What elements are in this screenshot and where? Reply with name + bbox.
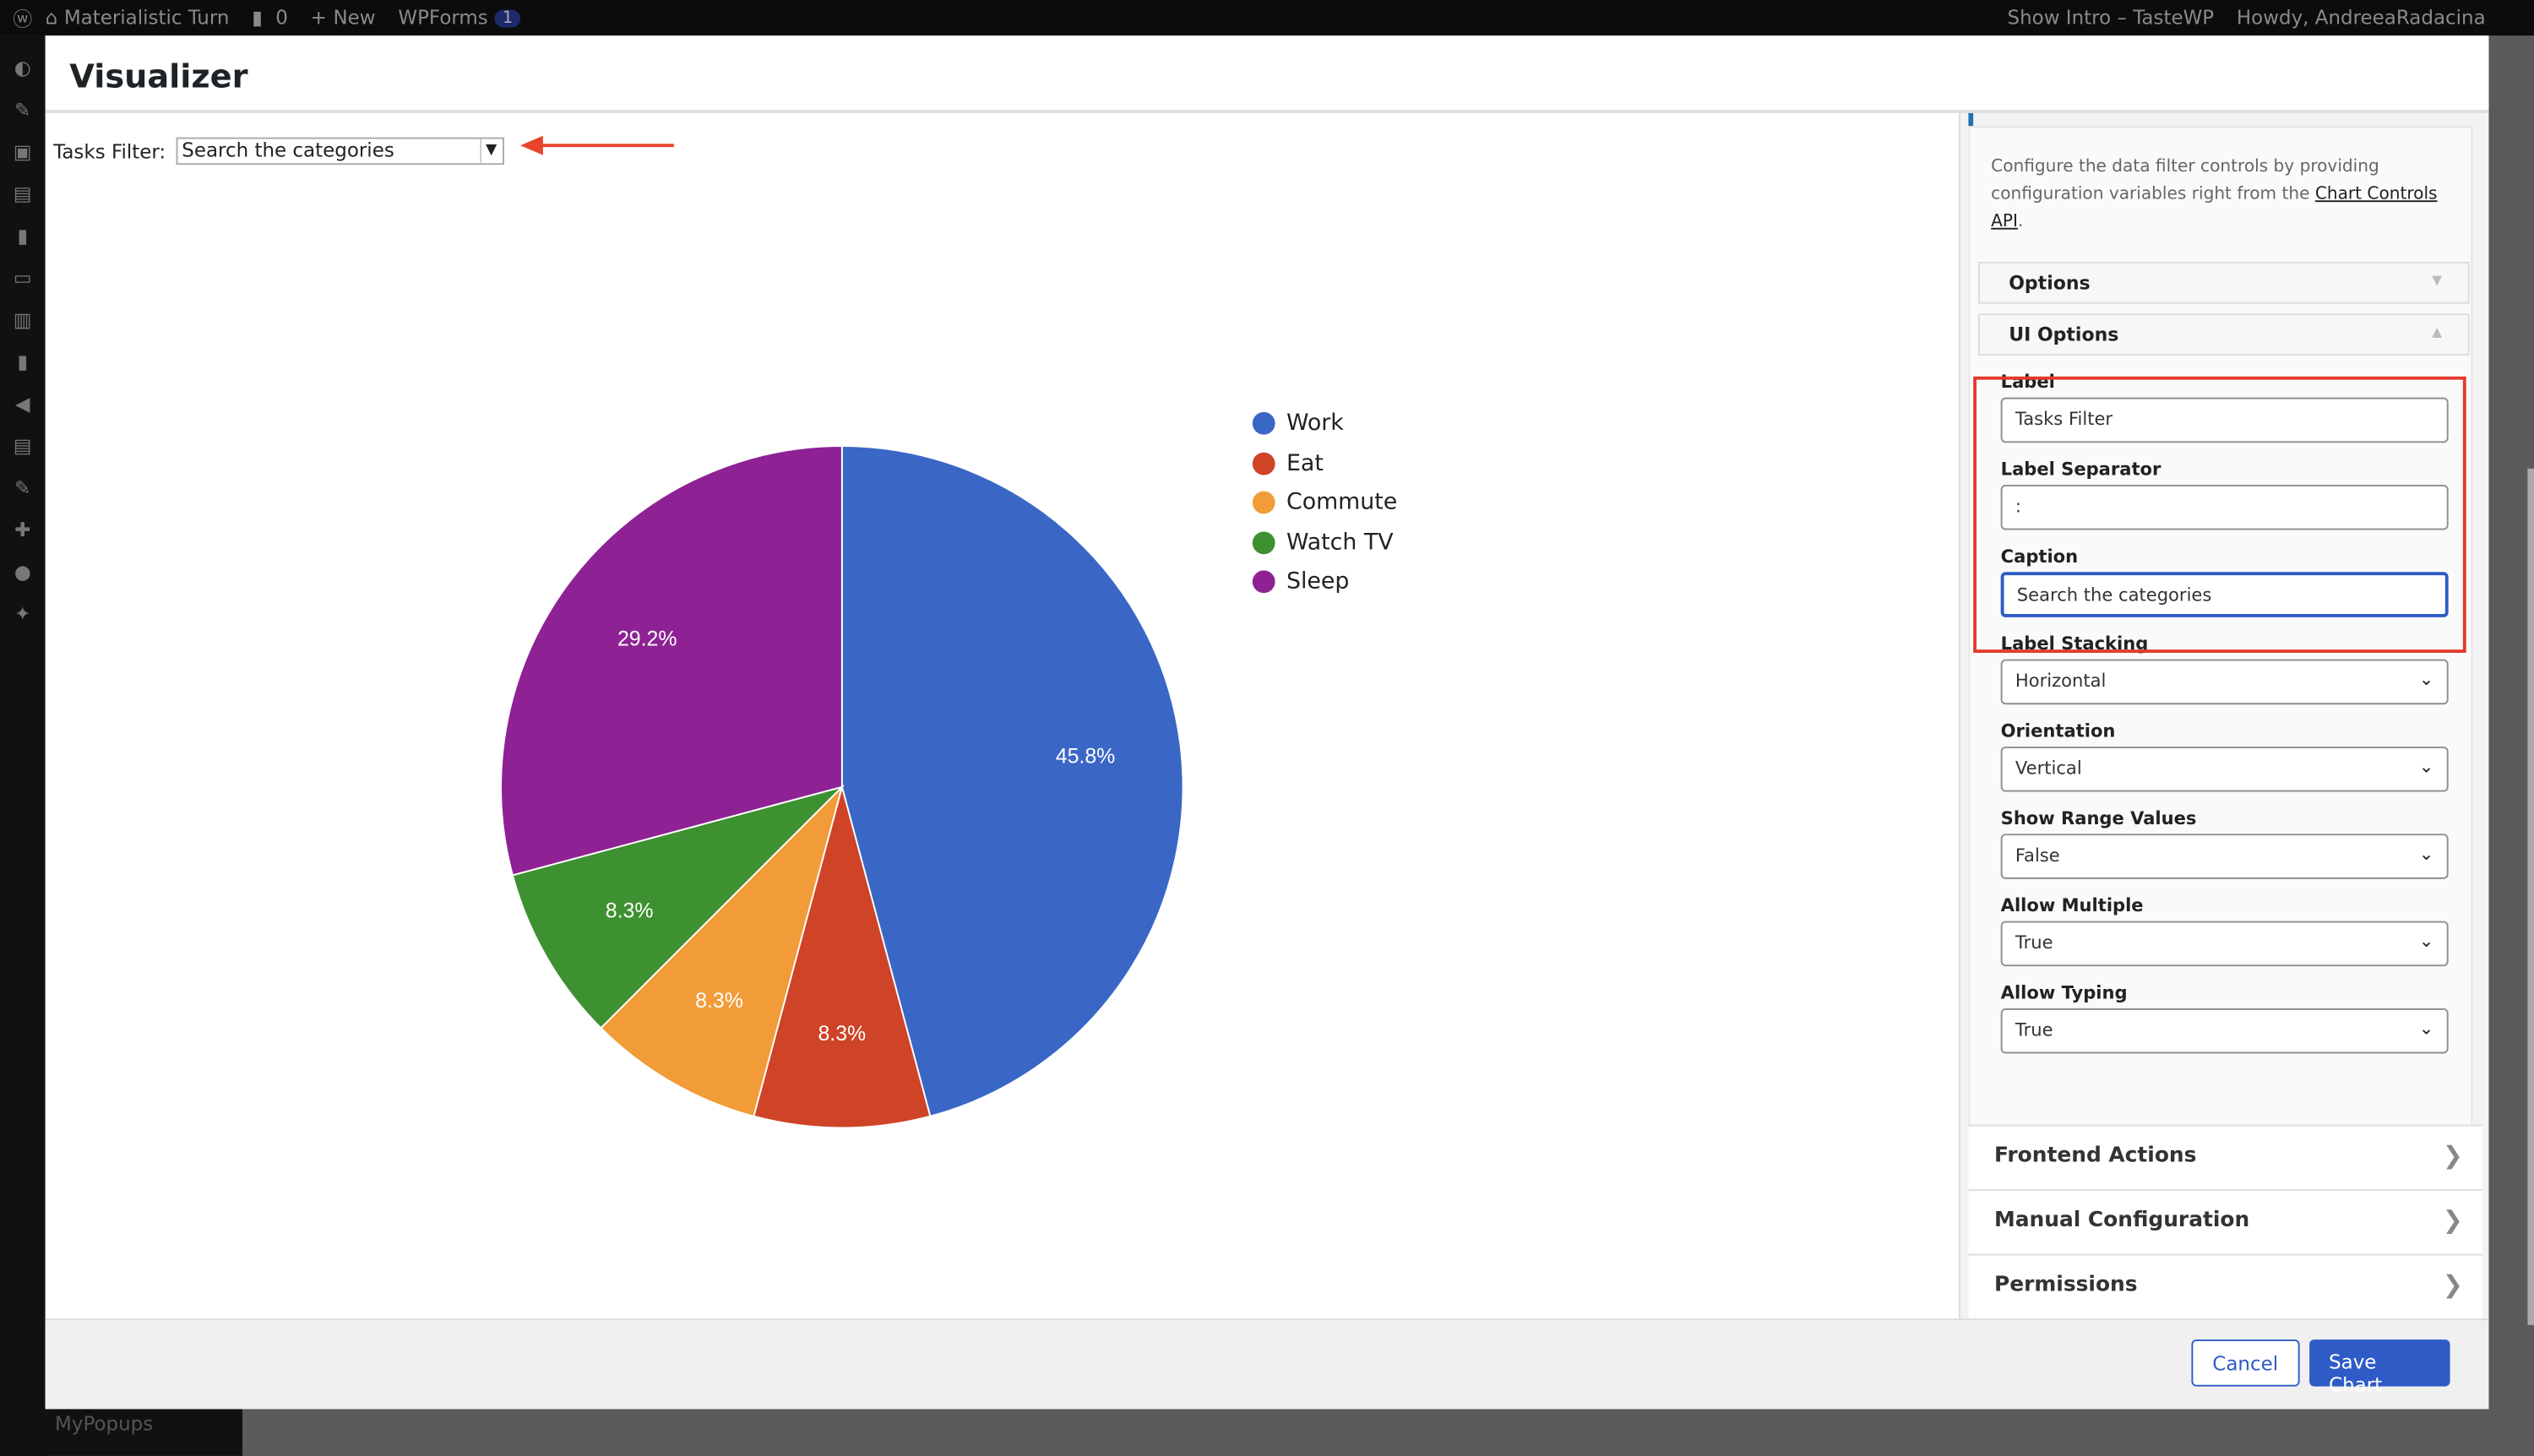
select[interactable]: True ⌄ [2001,921,2449,967]
woo-icon[interactable]: ▭ [11,269,34,288]
scrollbar[interactable] [2527,469,2534,1325]
pie-chart: 45.8% 8.3% 8.3% 8.3% 29.2% [46,113,1959,1318]
chart-legend: Work Eat Commute Watch TV Sleep [1253,404,1397,601]
select[interactable]: True ⌄ [2001,1008,2449,1054]
forms-icon[interactable]: ▤ [11,437,34,456]
appearance-icon[interactable]: ✎ [11,478,34,497]
save-chart-button[interactable]: Save Chart [2309,1339,2450,1386]
wordpress-logo-icon[interactable]: ⓦ [13,4,32,32]
chevron-down-icon: ⌄ [2419,1018,2434,1039]
ui-options-accordion[interactable]: UI Options▲ [1978,313,2470,356]
legend-item[interactable]: Eat [1253,443,1397,483]
field-show-range-values: Show Range Values False ⌄ [2001,808,2449,879]
slice-label: 29.2% [617,627,677,650]
wpforms-badge: 1 [494,9,520,27]
slice-label: 45.8% [1056,744,1116,768]
chevron-down-icon: ⌄ [2419,756,2434,777]
chevron-down-icon: ⌄ [2419,931,2434,952]
legend-item[interactable]: Watch TV [1253,523,1397,562]
chevron-down-icon: ⌄ [2419,669,2434,690]
new-link[interactable]: New [333,7,375,30]
slice-label: 8.3% [606,899,654,923]
field-value: False [2015,845,2060,867]
legend-label: Commute [1286,490,1397,516]
products-icon[interactable]: ▥ [11,310,34,329]
slice-label: 8.3% [818,1022,866,1046]
legend-dot-icon [1253,571,1275,594]
users-icon[interactable]: ● [11,562,34,582]
highlight-box [1973,377,2466,653]
show-intro-link[interactable]: Show Intro – TasteWP [2008,7,2215,30]
comments-icon[interactable]: ▮ [11,226,34,246]
legend-label: Eat [1286,450,1324,476]
pages-icon[interactable]: ▤ [11,184,34,204]
plus-icon: + [311,7,327,30]
modal-footer: Cancel Save Chart [46,1318,2489,1409]
field-label: Show Range Values [2001,808,2449,829]
caret-up-icon: ▲ [2432,325,2442,340]
howdy-link[interactable]: Howdy, AndreeaRadacina [2237,7,2486,30]
visualizer-modal: Visualizer Tasks Filter: Search the cate… [46,35,2489,1409]
media-icon[interactable]: ▣ [11,142,34,161]
legend-item[interactable]: Sleep [1253,562,1397,602]
section-frontend-actions[interactable]: Frontend Actions❯ [1968,1125,2482,1190]
sidebar-item-mypopups[interactable]: MyPopups [0,1409,242,1455]
comments-count: 0 [275,7,288,30]
analytics-icon[interactable]: ▮ [11,352,34,372]
field-value: True [2015,932,2053,953]
section-permissions[interactable]: Permissions❯ [1968,1254,2482,1319]
page-title: Visualizer [46,35,2489,113]
select[interactable]: Vertical ⌄ [2001,747,2449,792]
select[interactable]: False ⌄ [2001,834,2449,879]
field-allow-multiple: Allow Multiple True ⌄ [2001,895,2449,966]
wpforms-link[interactable]: WPForms [398,7,487,30]
chevron-right-icon: ❯ [2443,1270,2463,1299]
cancel-button[interactable]: Cancel [2191,1339,2299,1386]
legend-label: Watch TV [1286,530,1394,556]
legend-item[interactable]: Commute [1253,483,1397,523]
chevron-right-icon: ❯ [2443,1141,2463,1170]
legend-dot-icon [1253,531,1275,554]
admin-sidebar: ◐ ✎ ▣ ▤ ▮ ▭ ▥ ▮ ◀ ▤ ✎ ✚ ● ✦ [0,35,46,1456]
chevron-right-icon: ❯ [2443,1205,2463,1234]
marketing-icon[interactable]: ◀ [11,394,34,414]
section-manual-configuration[interactable]: Manual Configuration❯ [1968,1189,2482,1254]
legend-dot-icon [1253,412,1275,435]
field-label: Allow Multiple [2001,895,2449,916]
legend-dot-icon [1253,452,1275,475]
plugins-icon[interactable]: ✚ [11,520,34,540]
legend-dot-icon [1253,492,1275,514]
field-value: Horizontal [2015,671,2106,692]
field-label: Allow Typing [2001,982,2449,1003]
field-orientation: Orientation Vertical ⌄ [2001,720,2449,791]
admin-bar: ⓦ ⌂ Materialistic Turn ▮ 0 + New WPForms 1 S… [0,0,2534,35]
posts-icon[interactable]: ✎ [11,101,34,120]
field-allow-typing: Allow Typing True ⌄ [2001,982,2449,1053]
chevron-down-icon: ⌄ [2419,844,2434,865]
options-accordion[interactable]: Options▼ [1978,262,2470,304]
site-name-link[interactable]: Materialistic Turn [64,7,230,30]
legend-item[interactable]: Work [1253,404,1397,443]
dashboard-icon[interactable]: ◐ [11,58,34,78]
home-icon: ⌂ [46,7,58,30]
field-value: Vertical [2015,758,2082,779]
legend-label: Sleep [1286,569,1349,595]
panel-description: Configure the data filter controls by pr… [1970,128,2471,262]
legend-label: Work [1286,410,1344,437]
slice-label: 8.3% [695,989,743,1013]
caret-down-icon: ▼ [2432,273,2442,287]
field-label: Orientation [2001,720,2449,742]
chart-preview: Tasks Filter: Search the categories▼ 45.… [46,113,1959,1318]
field-value: True [2015,1019,2053,1040]
tools-icon[interactable]: ✦ [11,605,34,624]
comments-icon[interactable]: ▮ [252,7,263,30]
select[interactable]: Horizontal ⌄ [2001,660,2449,705]
